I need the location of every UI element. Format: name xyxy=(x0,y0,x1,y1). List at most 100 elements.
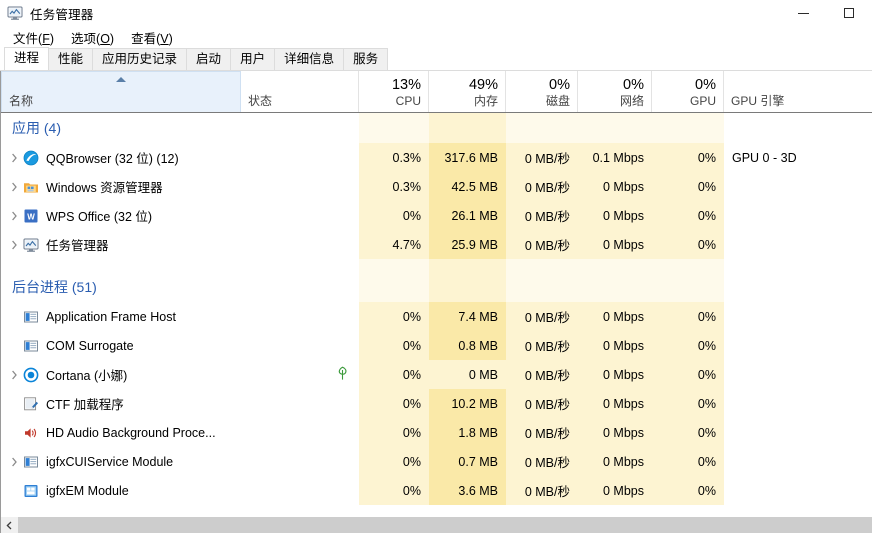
network-value: 0 Mbps xyxy=(603,454,644,469)
memory-value: 0.8 MB xyxy=(458,338,498,353)
tab-0[interactable]: 进程 xyxy=(4,47,50,70)
column-header-disk[interactable]: 0% 磁盘 xyxy=(506,71,578,112)
table-row[interactable]: Application Frame Host 0% 7.4 MB 0 MB/秒 0 Mb… xyxy=(1,302,872,331)
column-header-memory[interactable]: 49% 内存 xyxy=(429,71,506,112)
chevron-right-icon[interactable] xyxy=(5,201,23,230)
cell-status xyxy=(241,418,359,447)
network-value: 0 Mbps xyxy=(603,179,644,194)
cell-network: 0 Mbps xyxy=(578,360,652,389)
tab-2[interactable]: 应用历史记录 xyxy=(92,48,188,70)
cell-disk xyxy=(506,113,578,143)
gpu-value: 0% xyxy=(697,483,716,498)
memory-value: 26.1 MB xyxy=(451,208,498,223)
disk-value: 0 MB/秒 xyxy=(524,369,570,383)
chevron-right-icon[interactable] xyxy=(5,172,23,201)
cell-name: Cortana (小娜) xyxy=(1,360,241,389)
cell-cpu: 0% xyxy=(359,331,429,360)
cell-gpu-engine xyxy=(724,447,872,476)
cell-status xyxy=(241,230,359,259)
cpu-value: 0.3% xyxy=(392,179,422,194)
column-header-label: 磁盘 xyxy=(545,94,570,108)
column-header-percent: 49% xyxy=(468,77,498,93)
cell-disk: 0 MB/秒 xyxy=(506,331,578,360)
group-label: 应用 (4) xyxy=(12,120,61,136)
cell-network xyxy=(578,113,652,143)
column-header-gpu[interactable]: 0% GPU xyxy=(652,71,724,112)
name-cell-content: Application Frame Host xyxy=(1,302,241,331)
chevron-right-icon[interactable] xyxy=(5,360,23,389)
table-row[interactable]: Cortana (小娜) 0% 0 MB 0 MB/秒 0 Mbps 0% xyxy=(1,360,872,389)
cell-gpu-engine xyxy=(724,418,872,447)
menu-file[interactable]: 文件(F) xyxy=(5,26,63,49)
tab-6[interactable]: 服务 xyxy=(343,48,389,70)
tab-5[interactable]: 详细信息 xyxy=(274,48,345,70)
tab-4[interactable]: 用户 xyxy=(230,48,276,70)
memory-value: 317.6 MB xyxy=(444,150,498,165)
disk-value: 0 MB/秒 xyxy=(524,210,570,224)
cpu-value: 0.3% xyxy=(392,150,422,165)
cpu-value: 0% xyxy=(402,425,421,440)
process-grid: 名称 状态 13% CPU 49% 内存 0% 磁盘 0% 网络 0% GPU GPU 引擎 应用 (4… xyxy=(0,71,872,533)
table-row[interactable]: COM Surrogate 0% 0.8 MB 0 MB/秒 0 Mbps 0% xyxy=(1,331,872,360)
menu-bar: 文件(F) 选项(O) 查看(V) xyxy=(0,26,872,48)
name-cell-content: CTF 加载程序 xyxy=(1,389,241,418)
cell-gpu-engine xyxy=(724,302,872,331)
table-row[interactable]: Windows 资源管理器 0.3% 42.5 MB 0 MB/秒 0 Mbps 0% xyxy=(1,172,872,201)
column-header-label: GPU 引擎 xyxy=(731,94,785,108)
tab-1[interactable]: 性能 xyxy=(48,48,94,70)
process-name: COM Surrogate xyxy=(46,338,134,353)
process-name: igfxCUIService Module xyxy=(46,454,174,469)
column-header-percent: 13% xyxy=(391,77,421,93)
cell-network xyxy=(578,259,652,272)
menu-view[interactable]: 查看(V) xyxy=(123,26,182,49)
table-row[interactable]: W WPS Office (32 位) 0% 26.1 MB 0 MB/秒 0 Mbps 0… xyxy=(1,201,872,230)
table-row[interactable]: QQBrowser (32 位) (12) 0.3% 317.6 MB 0 MB/秒 0… xyxy=(1,143,872,172)
table-row[interactable]: CTF 加载程序 0% 10.2 MB 0 MB/秒 0 Mbps 0% xyxy=(1,389,872,418)
column-header-network[interactable]: 0% 网络 xyxy=(578,71,652,112)
tab-3[interactable]: 启动 xyxy=(186,48,232,70)
scrollbar-thumb[interactable] xyxy=(18,517,872,533)
disk-value: 0 MB/秒 xyxy=(524,398,570,412)
speaker-icon xyxy=(23,425,39,441)
process-name: Application Frame Host xyxy=(46,309,176,324)
column-header-name[interactable]: 名称 xyxy=(1,71,241,112)
horizontal-scrollbar[interactable] xyxy=(1,516,872,533)
network-value: 0 Mbps xyxy=(603,237,644,252)
process-name: igfxEM Module xyxy=(46,483,129,498)
process-rows: 应用 (4) QQBrowser (32 位) (12) 0.3% 317.6 MB 0… xyxy=(1,113,872,505)
gpu-value: 0% xyxy=(697,237,716,252)
column-header-cpu[interactable]: 13% CPU xyxy=(359,71,429,112)
group-apps[interactable]: 应用 (4) xyxy=(1,113,872,143)
memory-value: 1.8 MB xyxy=(458,425,498,440)
group-spacer xyxy=(1,259,872,272)
cell-memory: 42.5 MB xyxy=(429,172,506,201)
column-header-gpueng[interactable]: GPU 引擎 xyxy=(724,71,872,112)
maximize-button[interactable] xyxy=(826,0,872,26)
cell-cpu: 0% xyxy=(359,418,429,447)
chevron-right-icon[interactable] xyxy=(5,447,23,476)
table-row[interactable]: igfxEM Module 0% 3.6 MB 0 MB/秒 0 Mbps 0% xyxy=(1,476,872,505)
cell-network: 0 Mbps xyxy=(578,331,652,360)
disk-value: 0 MB/秒 xyxy=(524,456,570,470)
cpu-value: 0% xyxy=(402,454,421,469)
column-header-status[interactable]: 状态 xyxy=(241,71,359,112)
chevron-right-icon[interactable] xyxy=(5,230,23,259)
cell-disk: 0 MB/秒 xyxy=(506,172,578,201)
spacer-name-cell xyxy=(1,259,359,272)
memory-value: 0 MB xyxy=(468,367,498,382)
group-name-cell: 后台进程 (51) xyxy=(1,272,359,302)
scroll-left-arrow[interactable] xyxy=(1,517,18,533)
name-cell-content: igfxCUIService Module xyxy=(1,447,241,476)
cell-name: Application Frame Host xyxy=(1,302,241,331)
cell-disk: 0 MB/秒 xyxy=(506,360,578,389)
menu-options[interactable]: 选项(O) xyxy=(63,26,123,49)
menu-options-accel: O xyxy=(100,31,110,46)
chevron-right-icon[interactable] xyxy=(5,143,23,172)
table-row[interactable]: HD Audio Background Proce... 0% 1.8 MB 0 MB… xyxy=(1,418,872,447)
table-row[interactable]: 任务管理器 4.7% 25.9 MB 0 MB/秒 0 Mbps 0% xyxy=(1,230,872,259)
group-background[interactable]: 后台进程 (51) xyxy=(1,272,872,302)
table-row[interactable]: igfxCUIService Module 0% 0.7 MB 0 MB/秒 0 Mbp… xyxy=(1,447,872,476)
scrollbar-track[interactable] xyxy=(18,517,872,533)
minimize-button[interactable] xyxy=(780,0,826,26)
cell-gpu-engine xyxy=(724,230,872,259)
